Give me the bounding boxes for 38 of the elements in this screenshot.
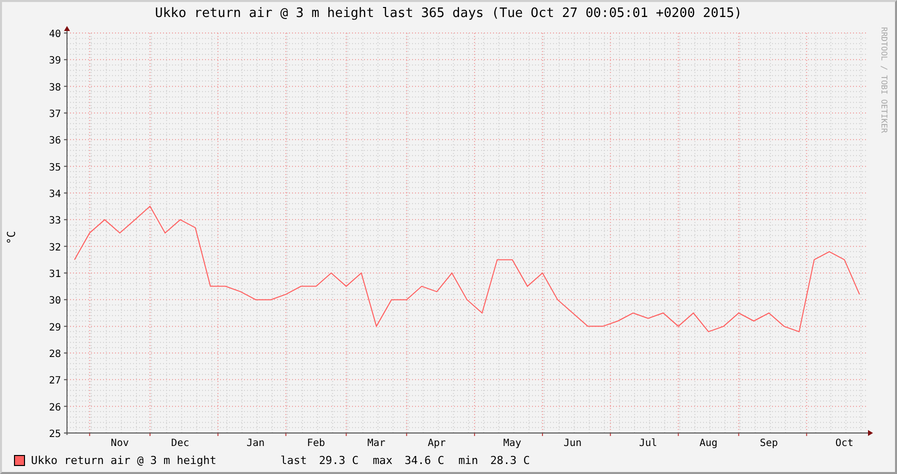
y-tick-label: 36	[48, 136, 61, 147]
y-tick-label: 40	[48, 29, 61, 40]
x-tick-label: Mar	[367, 438, 386, 449]
y-tick-label: 32	[48, 242, 61, 254]
y-tick-label: 31	[48, 269, 61, 280]
y-tick-label: 33	[48, 216, 61, 227]
x-tick-label: Sep	[760, 438, 778, 449]
y-axis-label: °C	[4, 230, 18, 244]
x-tick-label: Jun	[564, 438, 582, 449]
y-tick-label: 30	[48, 296, 61, 307]
y-tick-label: 37	[48, 109, 61, 120]
x-tick-label: Jul	[639, 438, 658, 449]
x-tick-label: Oct	[835, 438, 854, 449]
y-tick-label: 34	[48, 189, 61, 200]
chart-title: Ukko return air @ 3 m height last 365 days (Tue Oct 27 00:05:01 +0200 2015)	[155, 6, 742, 21]
stat-value: 34.6 C	[404, 454, 444, 466]
y-tick-label: 25	[48, 429, 61, 440]
credit-text: RRDTOOL / TOBI OETIKER	[880, 27, 888, 133]
y-tick-label: 29	[48, 322, 61, 334]
y-tick-label: 27	[48, 376, 61, 387]
x-tick-label: Dec	[171, 438, 190, 449]
x-tick-label: Jan	[246, 438, 265, 449]
y-tick-label: 35	[48, 162, 61, 174]
y-tick-label: 39	[48, 56, 61, 67]
x-tick-label: Feb	[307, 438, 326, 449]
stat-value: 29.3 C	[318, 454, 359, 466]
stat-value: 28.3 C	[490, 454, 530, 466]
x-tick-label: Aug	[699, 438, 718, 449]
x-tick-label: May	[503, 438, 522, 449]
legend-label: Ukko return air @ 3 m height	[31, 454, 216, 466]
x-tick-label: Apr	[428, 438, 446, 449]
x-tick-label: Nov	[110, 438, 129, 449]
y-tick-label: 38	[48, 82, 61, 94]
y-tick-label: 26	[48, 402, 61, 414]
stat-label: min	[458, 454, 478, 466]
y-tick-label: 28	[48, 349, 61, 360]
stat-label: max	[372, 454, 393, 466]
stat-label: last	[280, 454, 307, 466]
